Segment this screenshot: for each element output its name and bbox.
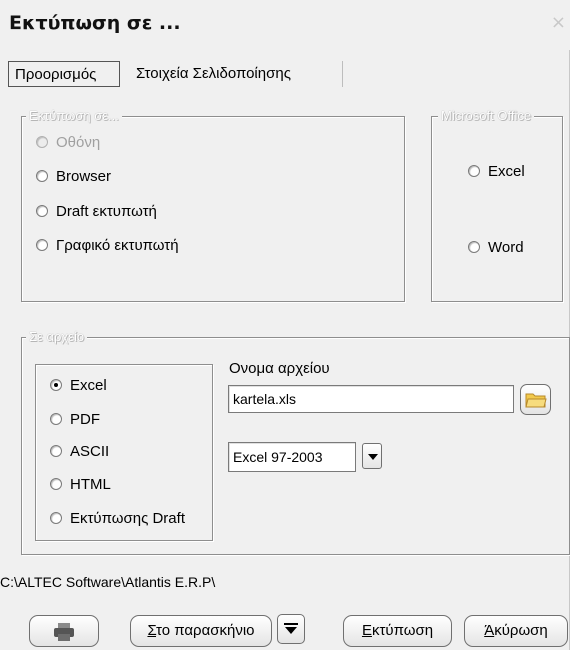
radio-dot — [54, 383, 58, 387]
file-format-box: Excel PDF ASCII HTML Εκτύπωσης Draft — [35, 364, 213, 541]
print-button[interactable]: Εκτύπωση — [343, 615, 452, 647]
radio-button[interactable] — [50, 478, 62, 490]
filename-input[interactable]: kartela.xls — [228, 385, 514, 413]
radio-screen-label: Οθόνη — [56, 134, 101, 151]
radio-draft-printer[interactable]: Draft εκτυπωτή — [36, 202, 157, 222]
background-button[interactable]: Στο παρασκήνιο — [130, 615, 272, 647]
radio-office-word-label: Word — [488, 239, 524, 256]
chevron-down-icon — [284, 623, 298, 634]
radio-button[interactable] — [36, 205, 48, 217]
printer-button[interactable] — [29, 615, 99, 647]
radio-browser[interactable]: Browser — [36, 167, 111, 187]
tab-pagination[interactable]: Στοιχεία Σελιδοποίησης — [130, 61, 343, 87]
browse-button[interactable] — [520, 384, 551, 415]
cancel-label: κύρωση — [494, 622, 548, 639]
radio-button[interactable] — [36, 239, 48, 251]
radio-screen[interactable]: Οθόνη — [36, 133, 100, 153]
office-group: Microsoft Office Excel Word — [431, 107, 563, 302]
radio-button[interactable] — [468, 241, 480, 253]
folder-icon — [525, 393, 547, 408]
radio-format-pdf-label: PDF — [70, 411, 100, 428]
radio-graphic-printer-label: Γραφικό εκτυπωτή — [56, 237, 179, 254]
radio-format-html[interactable]: HTML — [50, 475, 111, 495]
version-select[interactable]: Excel 97-2003 — [228, 442, 356, 472]
print-to-group: Εκτύπωση σε... Οθόνη Browser Draft εκτυπ… — [21, 107, 405, 302]
dialog-title: Εκτύπωση σε ... — [9, 12, 181, 34]
radio-button[interactable] — [50, 379, 62, 391]
radio-format-pdf[interactable]: PDF — [50, 410, 100, 430]
radio-format-html-label: HTML — [70, 476, 111, 493]
radio-button[interactable] — [50, 512, 62, 524]
chevron-down-icon — [368, 454, 378, 460]
background-mnemonic: Σ — [147, 622, 157, 639]
radio-button[interactable] — [36, 170, 48, 182]
radio-browser-label: Browser — [56, 168, 112, 185]
radio-button[interactable] — [50, 413, 62, 425]
radio-office-excel[interactable]: Excel — [468, 162, 525, 182]
radio-draft-printer-label: Draft εκτυπωτή — [56, 203, 157, 220]
print-dialog: Εκτύπωση σε ... × Προορισμός Στοιχεία Σε… — [0, 0, 570, 650]
radio-button[interactable] — [36, 136, 48, 148]
version-dropdown-button[interactable] — [362, 443, 382, 469]
filename-label: Ονομα αρχείου — [229, 360, 330, 377]
radio-office-excel-label: Excel — [488, 163, 525, 180]
radio-format-draft[interactable]: Εκτύπωσης Draft — [50, 509, 185, 529]
install-path: C:\ALTEC Software\Atlantis E.R.P\ — [0, 574, 216, 590]
print-to-legend: Εκτύπωση σε... — [26, 107, 122, 125]
radio-format-draft-label: Εκτύπωσης Draft — [70, 510, 185, 527]
radio-format-excel[interactable]: Excel — [50, 376, 107, 396]
cancel-mnemonic: Ά — [484, 622, 495, 639]
close-icon[interactable]: × — [551, 12, 566, 33]
to-file-group: Σε αρχείο Excel PDF ASCII HTML Εκτύπωσης… — [21, 328, 570, 555]
print-label: κτύπωση — [371, 622, 434, 639]
office-legend: Microsoft Office — [438, 107, 535, 125]
radio-format-excel-label: Excel — [70, 377, 107, 394]
radio-format-ascii[interactable]: ASCII — [50, 442, 109, 462]
tab-destination[interactable]: Προορισμός — [8, 61, 120, 87]
radio-format-ascii-label: ASCII — [70, 443, 110, 460]
cancel-button[interactable]: Άκύρωση — [464, 615, 568, 647]
to-file-legend: Σε αρχείο — [26, 328, 88, 346]
radio-button[interactable] — [50, 445, 62, 457]
title-bar: Εκτύπωση σε ... × — [0, 0, 570, 50]
radio-graphic-printer[interactable]: Γραφικό εκτυπωτή — [36, 236, 179, 256]
background-label: το παρασκήνιο — [156, 622, 255, 639]
radio-office-word[interactable]: Word — [468, 238, 524, 258]
background-dropdown-button[interactable] — [277, 614, 305, 644]
print-mnemonic: Ε — [361, 622, 372, 639]
radio-button[interactable] — [468, 165, 480, 177]
printer-icon — [54, 623, 74, 641]
